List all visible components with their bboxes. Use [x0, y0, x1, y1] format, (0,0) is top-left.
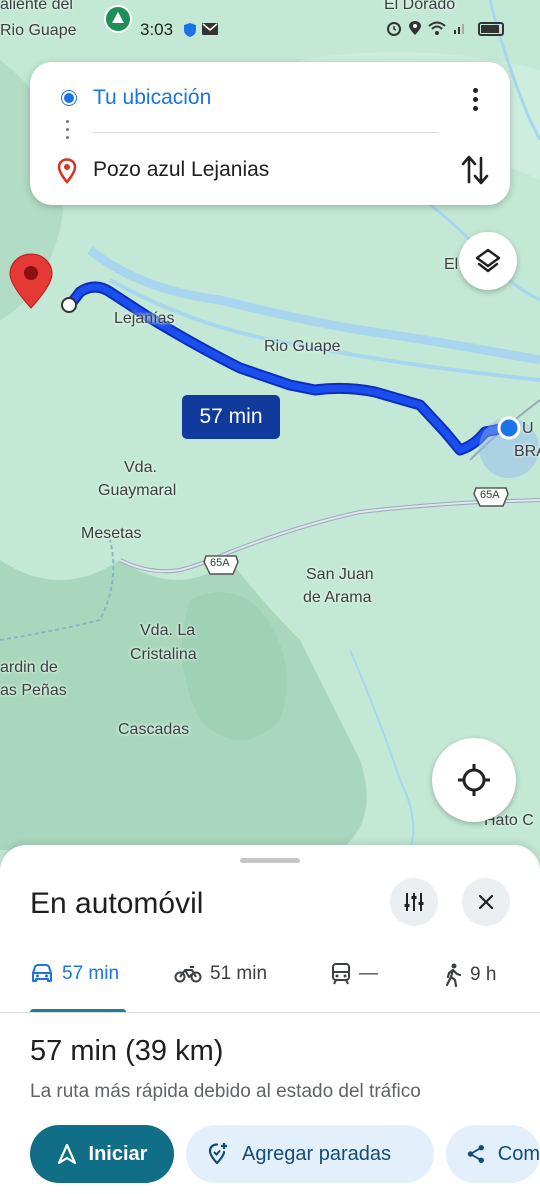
sheet-title: En automóvil — [30, 887, 204, 920]
tab-car[interactable]: 57 min — [30, 963, 119, 985]
destination-pin-icon — [57, 158, 77, 184]
map-label-route-65a-2: 65A — [480, 489, 500, 501]
car-icon — [32, 964, 52, 982]
route-directions-card: Tu ubicación Pozo azul Lejanias — [30, 62, 510, 205]
route-end-marker — [61, 297, 77, 313]
start-button[interactable]: Iniciar — [30, 1125, 174, 1183]
swap-icon[interactable] — [458, 152, 492, 188]
mail-icon — [202, 23, 218, 35]
signal-icon — [454, 24, 464, 34]
start-button-label: Iniciar — [88, 1142, 148, 1165]
map-label-bra-1: U — [522, 420, 534, 437]
origin-dot-icon — [62, 91, 76, 105]
connector-dots — [66, 120, 70, 144]
tab-walk[interactable]: 9 h — [444, 963, 496, 987]
tab-motorcycle[interactable]: 51 min — [174, 963, 267, 985]
tab-walk-label: 9 h — [470, 964, 497, 985]
map-label-san-juan-2: de Arama — [303, 589, 372, 606]
tabs-divider — [0, 1012, 540, 1013]
shield-icon — [184, 23, 196, 37]
share-button[interactable]: Com — [446, 1125, 540, 1183]
map-label-route-65a-1: 65A — [210, 557, 230, 569]
wifi-icon — [428, 21, 446, 35]
route-options-button[interactable] — [390, 878, 438, 926]
share-label: Com — [497, 1142, 540, 1165]
crosshair-icon — [458, 764, 490, 796]
add-stops-button[interactable]: Agregar paradas — [186, 1125, 434, 1183]
maps-notification-icon — [104, 5, 132, 33]
destination-field[interactable]: Pozo azul Lejanias — [93, 158, 269, 182]
more-options-icon[interactable] — [460, 82, 490, 116]
field-divider — [93, 132, 438, 133]
tune-icon — [404, 893, 424, 911]
close-icon — [478, 894, 494, 910]
navigation-arrow-icon — [57, 1143, 76, 1165]
map-label-el: El — [444, 256, 459, 273]
share-icon — [467, 1145, 484, 1163]
walk-icon — [445, 963, 462, 987]
map-label-jardin-2: as Peñas — [0, 682, 67, 699]
add-stops-label: Agregar paradas — [242, 1142, 391, 1165]
alarm-icon — [387, 22, 401, 36]
map-label-guaymaral-2: Guaymaral — [98, 482, 177, 499]
route-time-badge[interactable]: 57 min — [182, 395, 280, 439]
map-label-san-juan-1: San Juan — [306, 566, 374, 583]
map-label-mesetas: Mesetas — [81, 525, 142, 542]
close-button[interactable] — [462, 878, 510, 926]
my-location-button[interactable] — [432, 738, 516, 822]
add-location-icon — [208, 1143, 227, 1165]
map-label-bra-2: BRA — [514, 443, 540, 460]
map-label-cristalina-2: Cristalina — [130, 646, 197, 663]
tab-transit[interactable]: — — [331, 963, 378, 985]
map-label-jardin-1: ardin de — [0, 659, 58, 676]
sheet-drag-handle[interactable] — [240, 858, 300, 863]
tab-motorcycle-label: 51 min — [210, 963, 268, 984]
route-description: La ruta más rápida debido al estado del … — [30, 1081, 421, 1102]
map-label-cristalina-1: Vda. La — [140, 622, 196, 639]
battery-icon — [478, 22, 504, 36]
map-label-lejanias: Lejanías — [114, 310, 175, 327]
map-label-rio-guape: Rio Guape — [264, 338, 341, 355]
transit-icon — [332, 963, 350, 985]
travel-mode-tabs: 57 min 51 min — 9 h — [0, 949, 540, 1009]
layers-icon — [475, 248, 501, 273]
location-icon — [409, 21, 421, 35]
tab-car-label: 57 min — [62, 963, 120, 984]
tab-transit-label: — — [359, 963, 378, 984]
route-summary: 57 min (39 km) — [30, 1035, 224, 1067]
layers-button[interactable] — [459, 232, 517, 290]
directions-bottom-sheet: En automóvil 57 min 51 min — 9 h 57 min … — [0, 845, 540, 1194]
current-location-dot — [497, 416, 521, 440]
motorcycle-icon — [174, 966, 202, 983]
map-label-cascadas: Cascadas — [118, 721, 190, 738]
status-time: 3:03 — [140, 20, 174, 39]
origin-field[interactable]: Tu ubicación — [93, 86, 211, 110]
map-label-guaymaral-1: Vda. — [124, 459, 157, 476]
status-bar: 3:03 — [0, 0, 540, 60]
